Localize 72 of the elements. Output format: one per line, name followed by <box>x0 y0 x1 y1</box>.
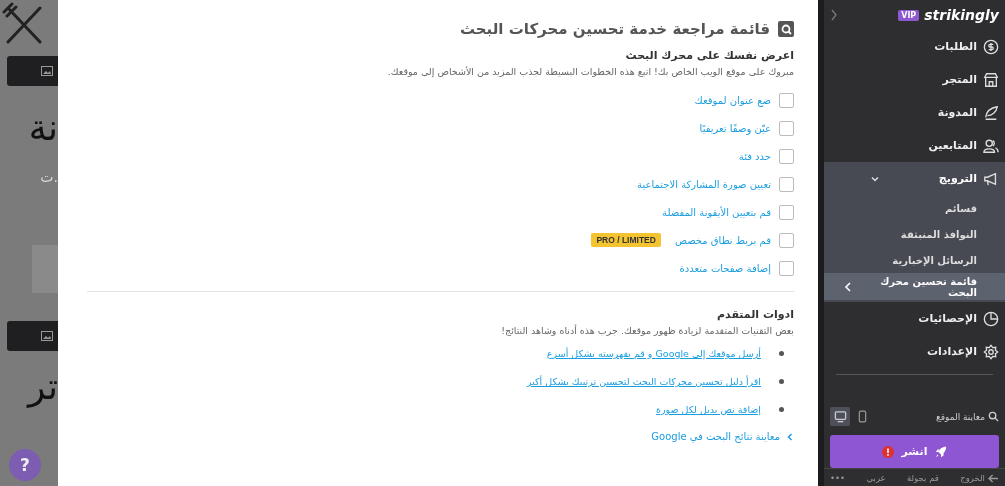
backdrop-heading: نة <box>28 106 58 150</box>
phone-icon <box>857 410 867 423</box>
chevron-icon <box>844 281 852 292</box>
nav-item[interactable]: الإعدادات <box>824 335 1005 368</box>
nav-item[interactable]: المدونة <box>824 96 1005 129</box>
submenu-item[interactable]: الرسائل الإخبارية <box>824 247 1005 273</box>
plan-badge: PRO / LIMITED <box>591 233 661 247</box>
bullet-icon <box>779 351 784 356</box>
checklist-link[interactable]: ضع عنوان لموقعك <box>694 94 771 106</box>
backdrop-heading: تر <box>28 365 58 409</box>
checklist-link[interactable]: عيّن وصفًا تعريفيًا <box>699 122 771 134</box>
placeholder-block <box>32 245 58 294</box>
nav-item[interactable]: الطلبات <box>824 30 1005 63</box>
section-description: بعض التقنيات المتقدمة لزيادة ظهور موقعك. جرب هذه أدناه وشاهد النتائج! <box>500 325 794 336</box>
submenu-item[interactable]: النوافذ المنبثقة <box>824 221 1005 247</box>
publish-button[interactable]: انشر <box>830 435 999 468</box>
checklist-link[interactable]: حدد فئة <box>738 150 771 162</box>
guide-link[interactable]: إضافة نص بديل لكل صورة <box>656 404 761 415</box>
bullet-icon <box>779 379 784 384</box>
modal-title: قائمة مراجعة خدمة تحسين محركات البحث <box>459 20 770 38</box>
nav-item[interactable]: الترويج <box>824 162 1005 195</box>
gear-icon <box>983 343 999 360</box>
logo-text: strikingly <box>924 7 999 23</box>
nav-item[interactable]: المتجر <box>824 63 1005 96</box>
footer-link[interactable]: قم بجولة <box>907 473 939 483</box>
search-preview-link[interactable]: معاينة نتائج البحث في Google <box>651 431 794 442</box>
footer-link[interactable]: ••• <box>830 473 846 483</box>
search-icon <box>988 411 999 422</box>
monitor-icon <box>833 410 847 423</box>
image-icon <box>41 66 53 76</box>
chevron-icon[interactable] <box>830 9 838 21</box>
nav-item[interactable]: الإحصائيات <box>824 302 1005 335</box>
pie-chart-icon <box>983 310 999 327</box>
search-icon <box>778 21 794 37</box>
rocket-icon <box>935 445 948 458</box>
checklist-link[interactable]: تعيين صورة المشاركة الاجتماعية <box>637 178 771 190</box>
footer-link[interactable]: عربي <box>866 473 886 483</box>
arrow-icon <box>988 473 999 483</box>
guide-link[interactable]: أرسل موقعك إلى Google و قم بفهرسته بشكل أسرع <box>546 348 761 359</box>
checkbox[interactable] <box>779 176 794 192</box>
checkbox[interactable] <box>779 120 794 136</box>
help-button[interactable]: ? <box>9 449 41 481</box>
guide-link[interactable]: اقرأ دليل تحسين محركات البحث لتحسين ترتيبك بشكل أكبر <box>527 376 761 387</box>
quill-icon <box>983 104 999 121</box>
chevron-icon <box>786 432 794 441</box>
checkbox[interactable] <box>779 92 794 108</box>
checkbox[interactable] <box>779 232 794 248</box>
checkbox[interactable] <box>779 204 794 220</box>
scrollbar[interactable] <box>818 0 824 486</box>
submenu-item[interactable]: قائمة تحسين محرك البحث <box>824 273 1005 300</box>
bullet-icon <box>779 407 784 412</box>
checklist-link[interactable]: إضافة صفحات متعددة <box>679 262 771 274</box>
nav-item[interactable]: المتابعين <box>824 129 1005 162</box>
checkbox[interactable] <box>779 260 794 276</box>
section-heading: ادوات المتقدم <box>716 308 794 321</box>
site-preview-link[interactable]: معاينة الموقع <box>936 411 999 422</box>
checklist-link[interactable]: قم بربط نطاق مخصص <box>674 234 771 246</box>
alert-icon <box>881 445 894 458</box>
section-description: مبروك على موقع الويب الخاص بك! اتبع هذه الخطوات البسيطة لجذب المزيد من الأشخاص إلى موقعك. <box>386 66 794 77</box>
dollar-icon <box>983 38 999 55</box>
store-icon <box>983 71 999 88</box>
people-icon <box>983 137 999 154</box>
checklist-link[interactable]: قم بتعيين الأيقونة المفضلة <box>662 206 771 218</box>
plan-badge: VIP <box>898 9 920 21</box>
desktop-view-button[interactable] <box>830 407 850 426</box>
checkbox[interactable] <box>779 148 794 164</box>
logout-link[interactable]: الخروج <box>960 473 999 483</box>
section-heading: اعرض نفسك على محرك البحث <box>624 49 794 62</box>
submenu-item[interactable]: قسائم <box>824 195 1005 221</box>
image-icon <box>41 331 53 342</box>
backdrop-caption: ت. <box>40 169 58 186</box>
megaphone-icon <box>983 170 999 187</box>
